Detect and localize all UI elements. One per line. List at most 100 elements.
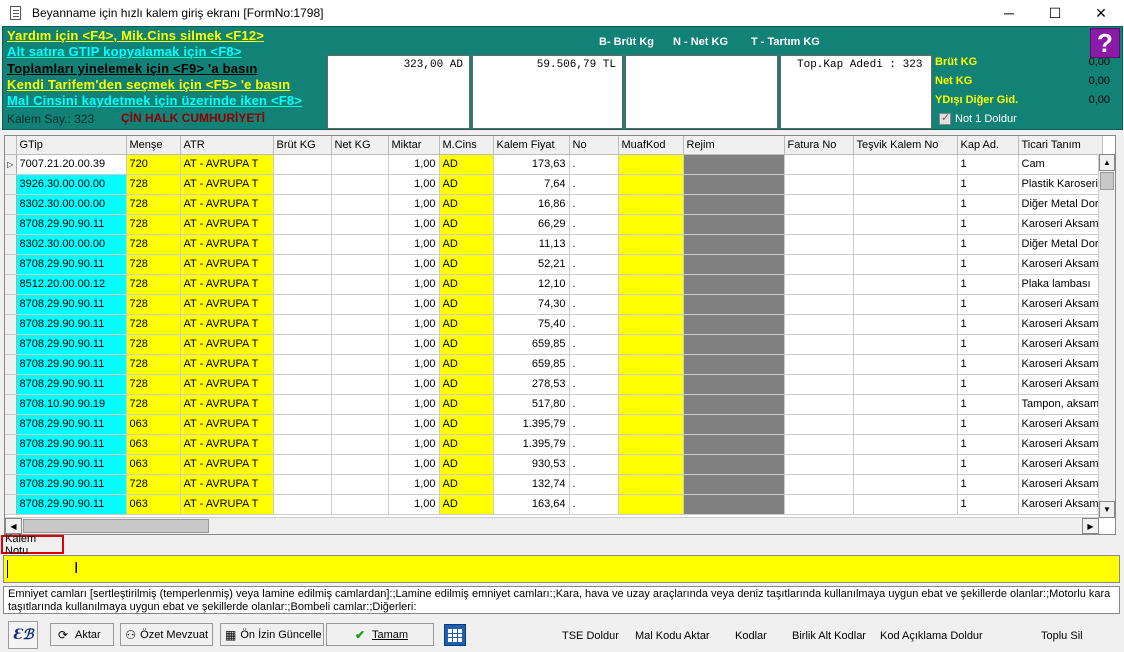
grid-cell[interactable] [853,494,958,515]
grid-cell[interactable]: 8708.29.90.90.11 [16,414,127,435]
grid-cell[interactable] [683,254,785,275]
grid-cell[interactable]: 728 [126,194,181,215]
grid-cell[interactable] [784,274,854,295]
grid-cell[interactable]: 1 [957,294,1019,315]
grid-cell[interactable]: 1,00 [388,154,440,175]
grid-cell[interactable]: . [569,454,619,475]
table-row[interactable]: 8708.29.90.90.11 728 AT - AVRUPA T 1,00 AD 75… [5,314,1104,335]
grid-cell[interactable] [331,454,389,475]
grid-cell[interactable] [273,454,332,475]
grid-cell[interactable]: 728 [126,474,181,495]
toplu-sil-button[interactable]: Toplu Sil [1041,630,1083,642]
grid-cell[interactable] [618,214,684,235]
grid-cell[interactable]: AD [439,174,494,195]
grid-cell[interactable]: 8708.29.90.90.11 [16,294,127,315]
grid-cell[interactable]: 3926.30.00.00.00 [16,174,127,195]
grid-cell[interactable]: Karoseri Aksam [1018,434,1104,455]
grid-cell[interactable] [273,414,332,435]
grid-cell[interactable]: 728 [126,254,181,275]
grid-cell[interactable]: Plastik Karoseri [1018,174,1104,195]
column-header[interactable]: Menşe [126,136,181,155]
grid-cell[interactable]: 1 [957,174,1019,195]
grid-cell[interactable]: Karoseri Aksam [1018,474,1104,495]
grid-cell[interactable]: AD [439,334,494,355]
grid-cell[interactable]: 1,00 [388,394,440,415]
grid-cell[interactable] [331,234,389,255]
grid-cell[interactable] [683,454,785,475]
grid-cell[interactable]: AT - AVRUPA T [180,374,274,395]
grid-cell[interactable] [683,314,785,335]
grid-cell[interactable] [618,394,684,415]
grid-cell[interactable]: 063 [126,454,181,475]
grid-cell[interactable]: Karoseri Aksam [1018,294,1104,315]
birlik-alt-kodlar-button[interactable]: Birlik Alt Kodlar [792,630,866,642]
grid-cell[interactable] [331,374,389,395]
grid-cell[interactable] [273,254,332,275]
grid-cell[interactable] [273,194,332,215]
grid-cell[interactable]: AD [439,454,494,475]
grid-cell[interactable] [273,234,332,255]
grid-cell[interactable] [784,394,854,415]
grid-cell[interactable]: 1.395,79 [493,434,570,455]
column-header[interactable]: M.Cins [439,136,494,155]
grid-cell[interactable]: 1 [957,274,1019,295]
grid-cell[interactable] [784,254,854,275]
grid-cell[interactable] [784,194,854,215]
grid-cell[interactable] [273,214,332,235]
table-row[interactable]: 8708.29.90.90.11 063 AT - AVRUPA T 1,00 AD 1.… [5,434,1104,455]
column-header[interactable]: Rejim [683,136,785,155]
grid-cell[interactable] [853,454,958,475]
grid-cell[interactable] [784,354,854,375]
grid-cell[interactable]: 1,00 [388,174,440,195]
grid-cell[interactable]: 517,80 [493,394,570,415]
grid-cell[interactable] [683,234,785,255]
grid-cell[interactable] [331,394,389,415]
grid-cell[interactable] [853,254,958,275]
grid-cell[interactable]: 728 [126,374,181,395]
row-indicator[interactable] [5,314,17,335]
grid-cell[interactable] [618,374,684,395]
grid-cell[interactable]: AD [439,254,494,275]
grid-cell[interactable]: . [569,174,619,195]
grid-cell[interactable] [683,374,785,395]
grid-cell[interactable]: 1,00 [388,474,440,495]
grid-cell[interactable]: 728 [126,274,181,295]
grid-cell[interactable]: AD [439,314,494,335]
scroll-up-icon[interactable]: ▲ [1099,154,1115,171]
grid-cell[interactable]: AT - AVRUPA T [180,254,274,275]
grid-cell[interactable]: AT - AVRUPA T [180,194,274,215]
grid-cell[interactable] [331,314,389,335]
grid-cell[interactable]: Karoseri Aksam [1018,494,1104,515]
grid-cell[interactable]: AT - AVRUPA T [180,274,274,295]
minimize-button[interactable]: ─ [986,0,1032,26]
tamam-button[interactable]: ✔ Tamam [326,623,434,646]
scroll-down-icon[interactable]: ▼ [1099,501,1115,518]
help-icon[interactable]: ? [1090,28,1120,58]
row-indicator[interactable] [5,274,17,295]
grid-cell[interactable]: 8708.29.90.90.11 [16,214,127,235]
table-row[interactable]: 8708.29.90.90.11 063 AT - AVRUPA T 1,00 AD 1.… [5,414,1104,435]
grid-cell[interactable]: 8708.29.90.90.11 [16,254,127,275]
table-row[interactable]: 8708.29.90.90.11 728 AT - AVRUPA T 1,00 AD 74… [5,294,1104,315]
grid-cell[interactable]: 1.395,79 [493,414,570,435]
grid-cell[interactable] [331,494,389,515]
grid-cell[interactable] [784,374,854,395]
grid-cell[interactable]: 8708.29.90.90.11 [16,354,127,375]
column-header[interactable]: Brüt KG [273,136,332,155]
column-header[interactable]: Kap Ad. [957,136,1019,155]
not1-checkbox[interactable]: Not 1 Doldur [939,111,1017,125]
grid-cell[interactable] [853,434,958,455]
column-header[interactable]: No [569,136,619,155]
grid-cell[interactable]: 8302.30.00.00.00 [16,234,127,255]
column-header[interactable]: Teşvik Kalem No [853,136,958,155]
grid-cell[interactable] [273,374,332,395]
grid-cell[interactable]: AT - AVRUPA T [180,154,274,175]
table-row[interactable]: 8708.29.90.90.11 728 AT - AVRUPA T 1,00 AD 52… [5,254,1104,275]
grid-cell[interactable] [683,214,785,235]
grid-cell[interactable]: Diğer Metal Dor [1018,234,1104,255]
grid-cell[interactable] [331,194,389,215]
grid-cell[interactable] [683,154,785,175]
row-indicator[interactable] [5,214,17,235]
grid-cell[interactable]: AD [439,354,494,375]
grid-cell[interactable] [683,354,785,375]
